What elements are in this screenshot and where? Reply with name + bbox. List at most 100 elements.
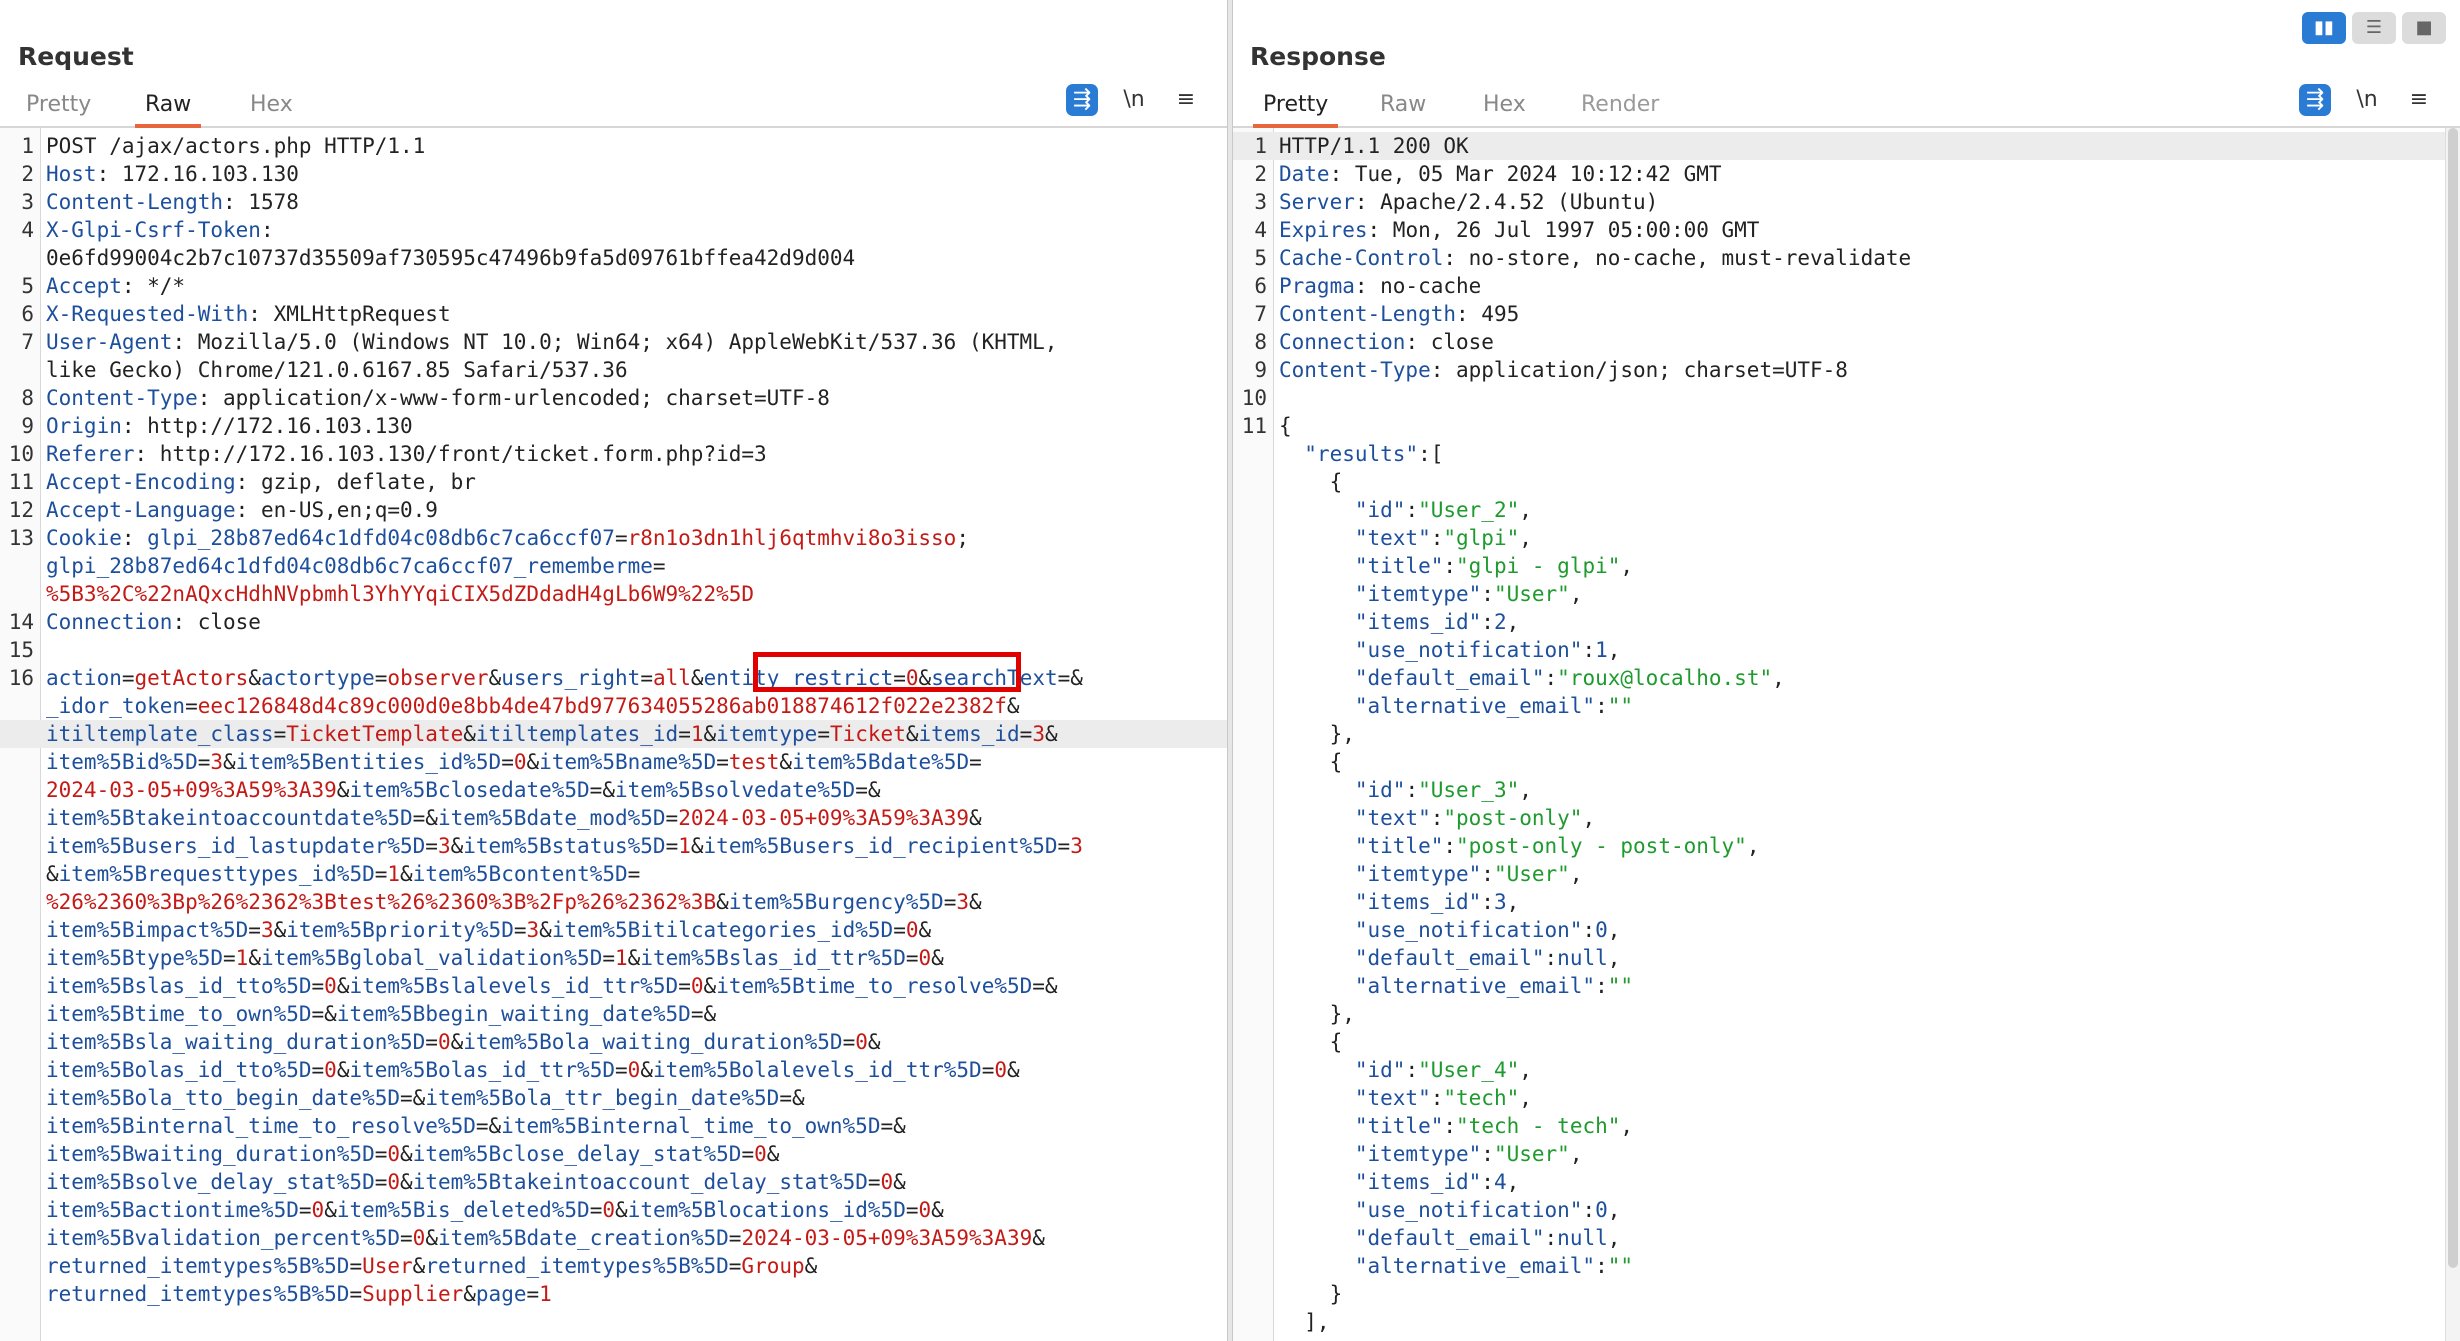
wrap-lines-icon[interactable]: ⇶: [2299, 84, 2331, 116]
token: &: [690, 666, 704, 690]
token: users_right: [501, 666, 641, 690]
line-content: POST /ajax/actors.php HTTP/1.1: [46, 132, 425, 160]
token: all: [652, 666, 691, 690]
line-content: %26%2360%3Bp%26%2362%3Btest%26%2360%3B%2…: [46, 888, 982, 916]
scrollbar-thumb[interactable]: [2448, 128, 2458, 1268]
token: Group: [741, 1254, 805, 1278]
token: Referer: [46, 442, 135, 466]
line-content: Content-Type: application/json; charset=…: [1279, 356, 1848, 384]
token: 0: [627, 1058, 641, 1082]
token: 3: [1032, 722, 1045, 746]
token: =: [374, 862, 388, 886]
response-tab-pretty[interactable]: Pretty: [1253, 90, 1339, 128]
token: :: [1544, 946, 1558, 970]
single-view-icon[interactable]: ■: [2402, 12, 2446, 44]
token: =: [728, 1226, 742, 1250]
token: &: [336, 974, 350, 998]
token: item%5Bimpact%5D: [46, 918, 249, 942]
token: Connection: [1279, 330, 1406, 354]
token: "itemtype": [1354, 1142, 1482, 1166]
line-content: item%5Bimpact%5D=3&item%5Bpriority%5D=3&…: [46, 916, 931, 944]
token: 1: [1595, 638, 1608, 662]
code-line: item%5Btime_to_own%5D=&item%5Bbegin_wait…: [0, 1000, 1227, 1028]
menu-icon[interactable]: ≡: [2403, 84, 2435, 116]
token: %26%2360%3Bp%26%2362%3Btest%26%2360%3B%2…: [46, 890, 717, 914]
token: =: [223, 946, 236, 970]
token: :: [1595, 974, 1608, 998]
token: =: [349, 1254, 363, 1278]
menu-icon[interactable]: ≡: [1170, 84, 1202, 116]
token: =: [728, 1254, 742, 1278]
token: :: [1595, 1254, 1608, 1278]
code-line: "title":"post-only - post-only",: [1233, 832, 2460, 860]
token: "items_id": [1354, 890, 1482, 914]
line-number: 7: [1254, 302, 1267, 326]
token: : Mozilla/5.0 (Windows NT 10.0; Win64; x…: [172, 330, 1058, 354]
token: &: [400, 1170, 413, 1194]
line-content: "items_id":2,: [1279, 608, 1519, 636]
show-newlines-icon[interactable]: \n: [2351, 84, 2383, 116]
request-tab-pretty[interactable]: Pretty: [16, 90, 101, 124]
token: &: [1007, 1058, 1020, 1082]
token: item%5Bglobal_validation%5D: [260, 946, 603, 970]
token: =: [627, 862, 641, 886]
token: &: [336, 778, 350, 802]
split-view-icon[interactable]: ▮▮: [2302, 12, 2346, 44]
token: "User_3": [1418, 778, 1520, 802]
token: &: [1044, 722, 1058, 746]
show-newlines-icon[interactable]: \n: [1118, 84, 1150, 116]
code-line: {: [1233, 1028, 2460, 1056]
token: &: [1032, 1226, 1045, 1250]
code-line: 14 Connection: close: [0, 608, 1227, 636]
line-content: "text":"tech",: [1279, 1084, 1532, 1112]
line-content: "use_notification":0,: [1279, 1196, 1621, 1224]
token: :: [1481, 610, 1494, 634]
token: =: [185, 694, 198, 718]
response-tab-render[interactable]: Render: [1571, 90, 1669, 124]
vertical-scrollbar[interactable]: [2445, 128, 2460, 1341]
token: "roux@localho.st": [1557, 666, 1773, 690]
request-tab-hex[interactable]: Hex: [240, 90, 303, 124]
response-editor[interactable]: 1 HTTP/1.1 200 OK 2 Date: Tue, 05 Mar 2024 …: [1233, 128, 2460, 1341]
token: &: [248, 666, 261, 690]
token: item%5Bvalidation_percent%5D: [46, 1226, 401, 1250]
wrap-lines-icon[interactable]: ⇶: [1066, 84, 1098, 116]
line-content: item%5Btakeintoaccountdate%5D=&item%5Bda…: [46, 804, 982, 832]
token: =&: [1032, 974, 1058, 998]
token: &: [336, 1058, 350, 1082]
token: : en-US,en;q=0.9: [235, 498, 438, 522]
response-tab-hex[interactable]: Hex: [1473, 90, 1536, 124]
token: : 495: [1456, 302, 1520, 326]
response-tab-raw[interactable]: Raw: [1370, 90, 1436, 124]
response-lines: 1 HTTP/1.1 200 OK 2 Date: Tue, 05 Mar 2024 …: [1233, 132, 2460, 1336]
horizontal-view-icon[interactable]: ☰: [2352, 12, 2396, 44]
token: &: [450, 834, 464, 858]
token: 0: [880, 1170, 894, 1194]
line-content: "alternative_email":"": [1279, 692, 1633, 720]
token: Accept-Language: [46, 498, 236, 522]
token: item%5Bpriority%5D: [286, 918, 514, 942]
code-line: 10: [1233, 384, 2460, 412]
code-line: like Gecko) Chrome/121.0.6167.85 Safari/…: [0, 356, 1227, 384]
token: 0: [918, 946, 932, 970]
token: =: [981, 1058, 995, 1082]
request-tab-raw[interactable]: Raw: [135, 90, 202, 128]
token: "alternative_email": [1354, 974, 1596, 998]
token: "id": [1354, 778, 1406, 802]
line-number: 1: [21, 134, 34, 158]
request-editor[interactable]: 1 POST /ajax/actors.php HTTP/1.1 2 Host: 17…: [0, 128, 1227, 1341]
token: =: [425, 834, 438, 858]
token: 0: [690, 974, 704, 998]
token: Ticket: [829, 722, 906, 746]
token: =: [817, 722, 830, 746]
token: 2: [1493, 610, 1507, 634]
code-line: "items_id":4,: [1233, 1168, 2460, 1196]
token: Connection: [46, 610, 173, 634]
line-content: Expires: Mon, 26 Jul 1997 05:00:00 GMT: [1279, 216, 1759, 244]
code-line: glpi_28b87ed64c1dfd04c08db6c7ca6ccf07_re…: [0, 552, 1227, 580]
token: =&: [690, 1002, 717, 1026]
